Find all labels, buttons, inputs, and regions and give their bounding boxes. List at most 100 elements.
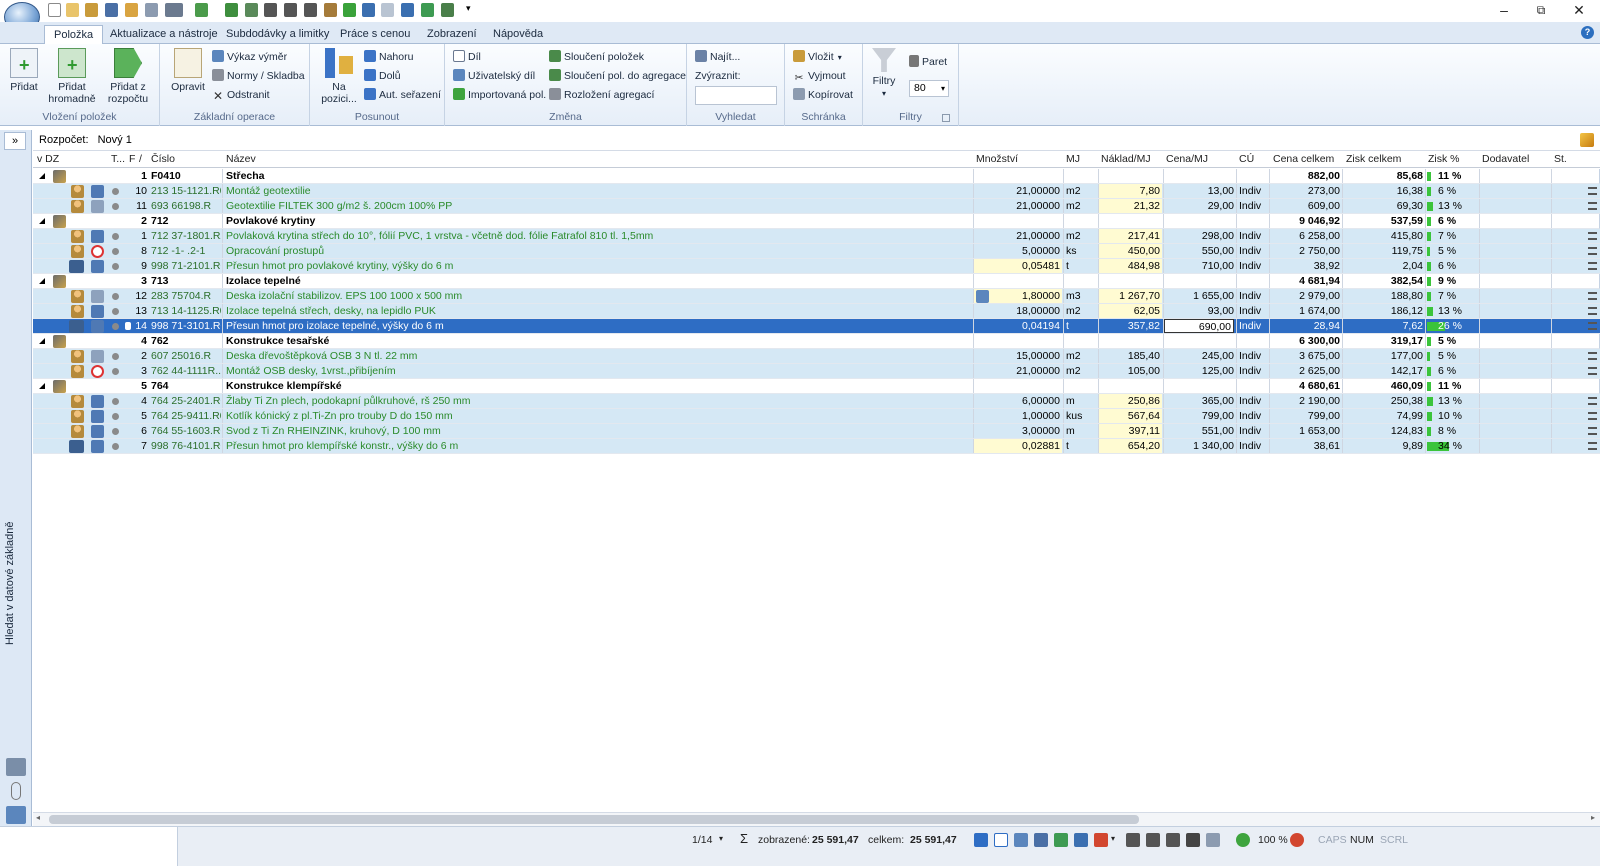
paret-button[interactable]: Paret [909, 54, 947, 70]
download-icon[interactable] [225, 3, 238, 17]
shield-icon[interactable] [421, 3, 434, 17]
item-unit[interactable]: m3 [1066, 289, 1096, 303]
column-header-naklad[interactable]: Náklad/MJ [1101, 152, 1151, 167]
view-outline-icon[interactable] [1014, 833, 1028, 847]
item-unit[interactable]: ks [1066, 244, 1096, 258]
column-header-nazev[interactable]: Název [226, 152, 256, 167]
redo-icon[interactable] [381, 3, 394, 17]
sum-status-x-icon[interactable] [1186, 833, 1200, 847]
row-status-icon[interactable] [1588, 352, 1597, 360]
slouceni-polozek-button[interactable]: Sloučení položek [549, 49, 644, 65]
item-unit-cost[interactable]: 484,98 [1099, 259, 1160, 273]
row-status-icon[interactable] [1588, 232, 1597, 240]
import-icon[interactable] [195, 3, 208, 17]
vlozit-button[interactable]: Vložit ▾ [793, 49, 842, 65]
na-pozici-button[interactable]: Na pozici... [316, 48, 362, 105]
item-unit[interactable]: t [1066, 259, 1096, 273]
item-unit[interactable]: m2 [1066, 304, 1096, 318]
monitor-icon[interactable] [401, 3, 414, 17]
row-status-icon[interactable] [1588, 262, 1597, 270]
item-unit-price[interactable]: 1 340,00 [1164, 439, 1234, 453]
measure-side-icon[interactable] [6, 806, 26, 824]
item-unit-price[interactable]: 710,00 [1164, 259, 1234, 273]
item-quantity[interactable]: 21,00000 [974, 364, 1060, 378]
zvyraznit-input[interactable] [695, 86, 777, 105]
item-unit[interactable]: m2 [1066, 349, 1096, 363]
row-status-icon[interactable] [1588, 307, 1597, 315]
table-row[interactable]: 7 998 76-4101.R00 Přesun hmot pro klempířs… [33, 439, 1600, 454]
item-quantity[interactable]: 21,00000 [974, 199, 1060, 213]
collapse-icon[interactable]: ◢ [39, 169, 45, 183]
dialog-launcher-icon[interactable] [942, 114, 950, 122]
row-status-icon[interactable] [1588, 292, 1597, 300]
column-header-dodavatel[interactable]: Dodavatel [1482, 152, 1529, 167]
item-unit-price[interactable]: 125,00 [1164, 364, 1234, 378]
restore-button[interactable]: ⧉ [1522, 0, 1560, 22]
minimize-button[interactable]: – [1485, 0, 1523, 22]
aut-serazeni-button[interactable]: Aut. seřazení [364, 87, 441, 103]
attachment-icon[interactable] [11, 782, 21, 800]
zoom-out-icon[interactable] [1290, 833, 1304, 847]
horizontal-scrollbar[interactable]: ◂ ▸ [33, 812, 1600, 826]
table-row[interactable]: 2 607 25016.R Deska dřevoštěpková OSB 3 N … [33, 349, 1600, 364]
tab-polozka[interactable]: Položka [44, 25, 104, 45]
importovana-pol-button[interactable]: Importovaná pol. [453, 87, 546, 103]
column-header-cena-mj[interactable]: Cena/MJ [1166, 152, 1208, 167]
item-unit-cost[interactable]: 21,32 [1099, 199, 1160, 213]
slouceni-agregace-button[interactable]: Sloučení pol. do agregace [549, 68, 686, 84]
vykaz-vymer-button[interactable]: Výkaz výměr [212, 49, 287, 65]
nahoru-button[interactable]: Nahoru [364, 49, 413, 65]
item-quantity[interactable]: 0,02881 [974, 439, 1060, 453]
item-unit-price[interactable]: 13,00 [1164, 184, 1234, 198]
row-status-icon[interactable] [1588, 427, 1597, 435]
item-cu[interactable]: Indiv [1239, 229, 1267, 243]
column-header-t[interactable]: T... [111, 152, 125, 167]
save-icon[interactable] [105, 3, 118, 17]
item-quantity[interactable]: 21,00000 [974, 229, 1060, 243]
normy-skladba-button[interactable]: Normy / Skladba [212, 68, 305, 84]
scroll-left-icon[interactable]: ◂ [36, 813, 40, 822]
item-unit-price[interactable]: 29,00 [1164, 199, 1234, 213]
item-unit[interactable]: m [1066, 394, 1096, 408]
item-cu[interactable]: Indiv [1239, 409, 1267, 423]
pridat-button[interactable]: + Přidat [6, 48, 42, 93]
vyjmout-button[interactable]: ✂ Vyjmout [793, 68, 846, 84]
open-folder-icon[interactable] [66, 3, 79, 17]
tab-subdodavky[interactable]: Subdodávky a limitky [217, 25, 338, 44]
group-row[interactable]: ◢ 4 762 Konstrukce tesařské 6 300,00 319,17 5 … [33, 334, 1600, 349]
vlozit-dropdown-icon[interactable]: ▾ [838, 53, 842, 62]
item-cu[interactable]: Indiv [1239, 394, 1267, 408]
database-icon[interactable] [6, 758, 26, 776]
scroll-right-icon[interactable]: ▸ [1591, 813, 1595, 822]
item-unit-price[interactable]: 551,00 [1164, 424, 1234, 438]
scrollbar-thumb[interactable] [49, 815, 1139, 824]
item-unit-price[interactable]: 365,00 [1164, 394, 1234, 408]
item-cu[interactable]: Indiv [1239, 319, 1267, 333]
tab-aktualizace[interactable]: Aktualizace a nástroje [101, 25, 227, 44]
table-row[interactable]: 12 283 75704.R Deska izolační stabilizov. … [33, 289, 1600, 304]
najit-button[interactable]: Najít... [695, 49, 740, 65]
sum-status-icon[interactable] [1126, 833, 1140, 847]
item-quantity[interactable]: 18,00000 [974, 304, 1060, 318]
row-status-icon[interactable] [1588, 442, 1597, 450]
column-header-vdz[interactable]: v DZ [37, 152, 59, 167]
item-unit-cost[interactable]: 250,86 [1099, 394, 1160, 408]
item-unit-cost[interactable]: 217,41 [1099, 229, 1160, 243]
check-icon[interactable] [245, 3, 258, 17]
eraser-icon[interactable] [324, 3, 337, 17]
item-unit-price[interactable]: 550,00 [1164, 244, 1234, 258]
uzivatelsky-dil-button[interactable]: Uživatelský díl [453, 68, 535, 84]
item-cu[interactable]: Indiv [1239, 199, 1267, 213]
item-quantity[interactable]: 6,00000 [974, 394, 1060, 408]
group-row[interactable]: ◢ 1 F0410 Střecha 882,00 85,68 11 % [33, 169, 1600, 184]
column-header-order[interactable]: / [139, 152, 142, 167]
odstranit-button[interactable]: ✕ Odstranit [212, 87, 270, 103]
table-row[interactable]: 11 693 66198.R Geotextilie FILTEK 300 g/m2… [33, 199, 1600, 214]
item-quantity[interactable]: 15,00000 [974, 349, 1060, 363]
item-unit[interactable]: m2 [1066, 184, 1096, 198]
group-row[interactable]: ◢ 2 712 Povlakové krytiny 9 046,92 537,59 6 % [33, 214, 1600, 229]
item-unit-cost[interactable]: 450,00 [1099, 244, 1160, 258]
item-unit[interactable]: kus [1066, 409, 1096, 423]
group-row[interactable]: ◢ 3 713 Izolace tepelné 4 681,94 382,54 9 % [33, 274, 1600, 289]
item-unit-cost[interactable]: 357,82 [1099, 319, 1160, 333]
